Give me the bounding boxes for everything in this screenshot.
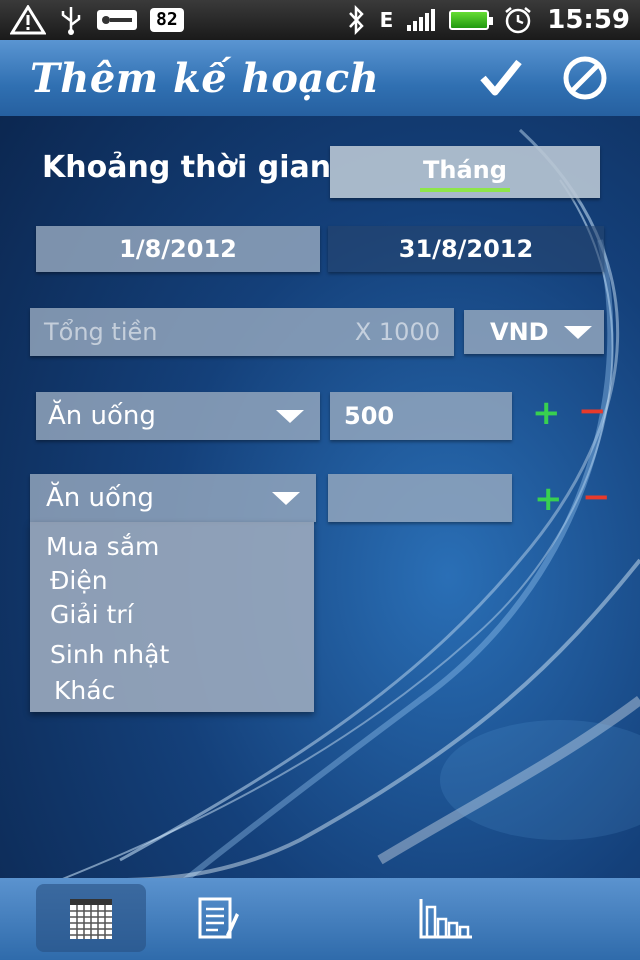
tab-notes[interactable] — [180, 884, 256, 952]
network-type-label: E — [379, 8, 394, 32]
total-amount-placeholder: Tổng tiền — [44, 318, 158, 346]
alarm-icon — [505, 7, 532, 34]
category-select-2[interactable]: Ăn uống — [30, 474, 316, 522]
total-multiplier: X 1000 — [354, 318, 440, 346]
prohibited-icon — [563, 56, 607, 100]
dropdown-option[interactable]: Khác — [54, 676, 115, 705]
check-icon — [480, 59, 522, 96]
chevron-down-icon — [276, 409, 304, 423]
chevron-down-icon — [564, 325, 592, 339]
bar-chart-icon — [419, 899, 472, 939]
app-header: Thêm kế hoạch — [0, 40, 640, 116]
amount-input-2[interactable] — [328, 474, 512, 522]
key-icon — [97, 10, 137, 30]
status-left: 82 — [10, 5, 184, 35]
dropdown-option[interactable]: Sinh nhật — [50, 640, 169, 669]
page-title: Thêm kế hoạch — [30, 54, 380, 102]
period-mode-indicator — [420, 188, 510, 192]
bottom-tab-bar — [0, 878, 640, 960]
header-actions — [476, 53, 610, 103]
currency-value: VND — [490, 318, 549, 346]
tab-chart[interactable] — [406, 884, 486, 952]
period-mode-button[interactable]: Tháng — [330, 146, 600, 198]
start-date-field[interactable]: 1/8/2012 — [36, 226, 320, 272]
dropdown-option[interactable]: Giải trí — [50, 600, 134, 629]
battery-icon — [449, 10, 494, 30]
amount-input-1[interactable]: 500 — [330, 392, 512, 440]
end-date-field[interactable]: 31/8/2012 — [328, 226, 604, 272]
cancel-button[interactable] — [560, 53, 610, 103]
add-row-button-1[interactable]: + — [532, 396, 561, 430]
add-row-button-2[interactable]: + — [534, 482, 563, 516]
notepad-icon — [198, 897, 239, 939]
status-bar: 82 E 15:59 — [0, 0, 640, 40]
warning-icon — [10, 5, 46, 35]
category-value-2: Ăn uống — [46, 483, 154, 513]
currency-select[interactable]: VND — [464, 310, 604, 354]
category-value-1: Ăn uống — [48, 401, 156, 431]
remove-row-button-1[interactable]: − — [578, 394, 607, 428]
usb-icon — [61, 7, 81, 35]
remove-row-button-2[interactable]: − — [582, 480, 611, 514]
dropdown-option[interactable]: Điện — [50, 566, 108, 595]
clock: 15:59 — [547, 5, 630, 35]
period-mode-label: Tháng — [423, 156, 507, 184]
category-dropdown-list: Mua sắm Điện Giải trí Sinh nhật Khác — [30, 522, 314, 712]
tab-calendar[interactable] — [36, 884, 146, 952]
bluetooth-icon — [348, 5, 364, 35]
category-select-1[interactable]: Ăn uống — [36, 392, 320, 440]
save-button[interactable] — [476, 53, 526, 103]
notification-count-badge: 82 — [150, 8, 184, 32]
total-amount-input[interactable]: Tổng tiền X 1000 — [30, 308, 454, 356]
calendar-icon — [70, 899, 112, 939]
signal-icon — [407, 9, 436, 31]
status-right: E 15:59 — [346, 5, 630, 35]
dropdown-option[interactable]: Mua sắm — [46, 532, 159, 561]
chevron-down-icon — [272, 491, 300, 505]
period-label: Khoảng thời gian — [42, 150, 332, 185]
